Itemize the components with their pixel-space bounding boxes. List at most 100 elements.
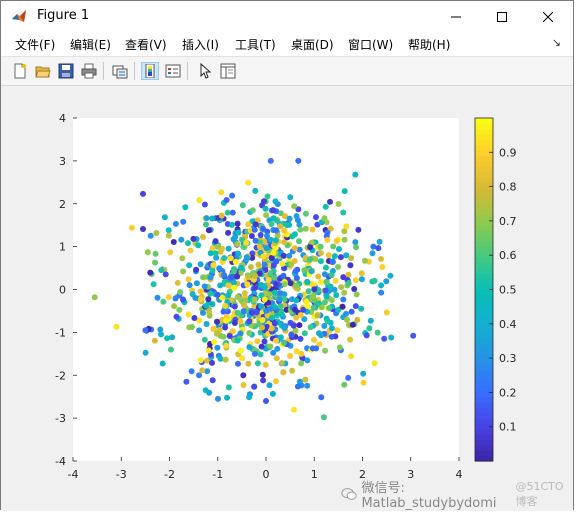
menu-bar: 文件(F) 编辑(E) 查看(V) 插入(I) 工具(T) 桌面(D) 窗口(W… [1, 32, 573, 56]
colorbar-segment [475, 134, 493, 141]
scatter-point [201, 336, 208, 343]
scatter-point [379, 264, 386, 270]
open-file-button[interactable] [34, 62, 52, 80]
scatter-point [324, 318, 331, 325]
scatter-point [297, 312, 304, 318]
scatter-point [363, 332, 370, 339]
scatter-point [201, 283, 208, 290]
colorbar-segment [475, 444, 493, 451]
scatter-point [341, 381, 348, 388]
scatter-point [254, 360, 261, 367]
figure-canvas[interactable]: -4 -3 -2 -1 0 1 2 3 4 -4 -3 -2 -1 0 1 2 3 4 0.1 0.2 0.3 0.4… [1, 86, 573, 511]
menu-window[interactable]: 窗口(W) [348, 36, 393, 53]
scatter-point [335, 264, 341, 270]
scatter-point [340, 209, 347, 216]
scatter-point [340, 296, 347, 303]
maximize-icon [497, 11, 507, 22]
colorbar-segment [475, 450, 493, 457]
scatter-point [185, 276, 192, 283]
print-button[interactable] [80, 62, 98, 80]
scatter-point [375, 245, 382, 252]
scatter-point [317, 250, 324, 256]
scatter-point [197, 288, 204, 295]
scatter-point [328, 325, 335, 332]
scatter-point [330, 243, 337, 250]
menu-desktop[interactable]: 桌面(D) [291, 36, 334, 53]
open-icon [35, 66, 51, 78]
save-button[interactable] [57, 62, 75, 80]
menu-view[interactable]: 查看(V) [125, 36, 167, 53]
colorbar-segment [475, 123, 493, 130]
menu-insert[interactable]: 插入(I) [182, 36, 219, 53]
scatter-point [261, 296, 268, 303]
scatter-point [190, 235, 197, 242]
scatter-point [326, 305, 333, 311]
link-plot-button[interactable] [111, 62, 129, 80]
scatter-point [296, 378, 303, 385]
scatter-plot-svg[interactable]: -4 -3 -2 -1 0 1 2 3 4 -4-3-2-101234 0.10.20.30.4… [1, 86, 575, 511]
menu-file[interactable]: 文件(F) [15, 36, 55, 53]
minimize-button[interactable] [433, 1, 479, 32]
menu-tools[interactable]: 工具(T) [235, 36, 276, 53]
scatter-point [158, 331, 164, 338]
scatter-point [185, 240, 191, 247]
title-bar[interactable]: Figure 1 [1, 1, 573, 32]
scatter-point [381, 335, 388, 342]
scatter-point [147, 269, 154, 276]
colorbar-segment [475, 150, 493, 157]
insert-legend-button[interactable] [164, 62, 182, 80]
menu-help[interactable]: 帮助(H) [408, 36, 450, 53]
scatter-point [292, 268, 299, 274]
scatter-point [197, 261, 204, 268]
scatter-point [245, 179, 252, 186]
scatter-point [240, 372, 247, 379]
scatter-point [304, 382, 311, 389]
colorbar-tick-label: 0.4 [499, 318, 517, 331]
scatter-point [203, 215, 210, 222]
property-inspector-button[interactable] [219, 62, 237, 80]
scatter-point [173, 313, 180, 320]
scatter-point [196, 327, 203, 334]
scatter-point [243, 239, 250, 246]
scatter-point [271, 289, 278, 296]
scatter-point [203, 321, 210, 327]
scatter-point [254, 338, 261, 345]
new-figure-button[interactable] [11, 62, 29, 80]
scatter-point [347, 262, 354, 269]
colorbar-segment [475, 182, 493, 189]
scatter-point [263, 398, 269, 404]
scatter-point [366, 325, 373, 332]
scatter-point [360, 379, 367, 386]
insert-colorbar-button[interactable] [141, 62, 159, 80]
scatter-point [291, 245, 298, 252]
scatter-point [222, 356, 229, 363]
figure-window: Figure 1 文件(F) 编辑(E) 查看(V) 插入(I) 工具(T) 桌… [0, 0, 574, 511]
scatter-point [203, 221, 209, 228]
scatter-point [328, 272, 335, 279]
colorbar-segment [475, 187, 493, 194]
edit-plot-button[interactable] [196, 62, 214, 80]
scatter-point [331, 253, 338, 260]
scatter-point [339, 303, 346, 310]
scatter-point [221, 255, 228, 261]
scatter-point [277, 303, 284, 310]
scatter-point [251, 296, 258, 303]
scatter-point [240, 308, 247, 315]
scatter-point [258, 303, 265, 310]
colorbar[interactable]: 0.1 0.2 0.3 0.4 0.5 0.6 0.7 0.8 0.9 [474, 117, 517, 462]
scatter-point [292, 306, 299, 313]
scatter-point [344, 316, 350, 323]
close-button[interactable] [525, 1, 571, 32]
scatter-point [218, 212, 225, 219]
menu-edit[interactable]: 编辑(E) [70, 36, 111, 53]
scatter-point [318, 394, 325, 401]
scatter-point [259, 317, 266, 323]
scatter-point [302, 376, 309, 383]
maximize-button[interactable] [479, 1, 525, 32]
menu-dock-arrow-icon[interactable]: ↘ [552, 36, 561, 49]
scatter-point [383, 278, 390, 285]
scatter-point [305, 288, 312, 295]
scatter-point [188, 368, 195, 375]
scatter-point [205, 296, 212, 303]
scatter-point [332, 277, 339, 284]
